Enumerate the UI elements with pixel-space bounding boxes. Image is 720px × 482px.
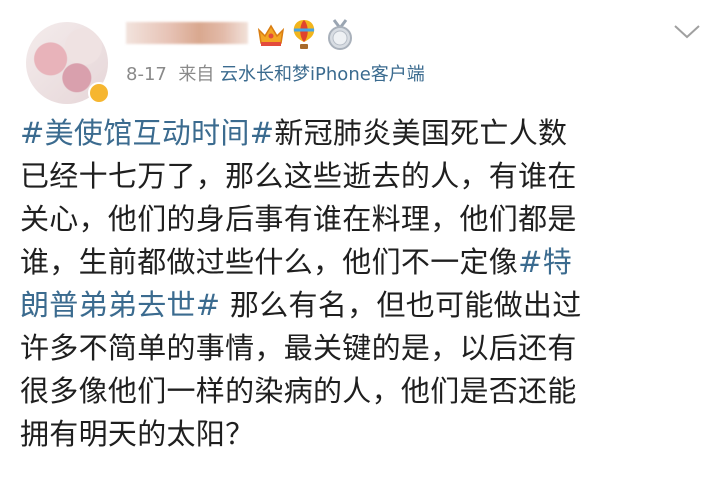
content-line: 许多不简单的事情，最关键的是，以后还有 [20, 327, 710, 370]
hashtag-link[interactable]: 朗普弟弟去世# [20, 288, 220, 322]
vip-badge-icon [88, 82, 110, 104]
content-line: 谁，生前都做过些什么，他们不一定像#特 [20, 241, 710, 284]
content-text: 新冠肺炎美国死亡人数 [274, 116, 568, 150]
post-meta: 8-17 来自 云水长和梦iPhone客户端 [126, 62, 425, 88]
content-text: 谁，生前都做过些什么，他们不一定像 [20, 245, 519, 279]
hashtag-link[interactable]: #特 [518, 245, 572, 279]
content-text: 已经十七万了，那么这些逝去的人，有谁在 [20, 159, 577, 193]
content-text: 许多不简单的事情，最关键的是，以后还有 [20, 331, 577, 365]
post-source-link[interactable]: 云水长和梦iPhone客户端 [220, 64, 425, 85]
content-line: 关心，他们的身后事有谁在料理，他们都是 [20, 198, 710, 241]
post-date: 8-17 [126, 64, 167, 85]
content-line: 很多像他们一样的染病的人，他们是否还能 [20, 370, 710, 413]
content-text: 拥有明天的太阳？ [20, 417, 255, 451]
from-label: 来自 [178, 64, 215, 85]
balloon-icon[interactable] [291, 18, 317, 50]
content-text: 很多像他们一样的染病的人，他们是否还能 [20, 374, 577, 408]
crown-icon[interactable] [256, 22, 286, 48]
medal-icon[interactable] [325, 18, 355, 50]
username-blurred[interactable] [126, 22, 248, 44]
weibo-post: 8-17 来自 云水长和梦iPhone客户端 #美使馆互动时间#新冠肺炎美国死亡… [0, 0, 720, 482]
content-line: #美使馆互动时间#新冠肺炎美国死亡人数 [20, 112, 710, 155]
content-line: 已经十七万了，那么这些逝去的人，有谁在 [20, 155, 710, 198]
hashtag-link[interactable]: #美使馆互动时间# [20, 116, 274, 150]
post-content: #美使馆互动时间#新冠肺炎美国死亡人数已经十七万了，那么这些逝去的人，有谁在 关心… [20, 112, 710, 456]
chevron-down-icon[interactable] [670, 18, 704, 44]
content-text: 那么有名，但也可能做出过 [220, 288, 582, 322]
content-text: 关心，他们的身后事有谁在料理，他们都是 [20, 202, 577, 236]
content-line: 朗普弟弟去世# 那么有名，但也可能做出过 [20, 284, 710, 327]
content-line: 拥有明天的太阳？ [20, 413, 710, 456]
